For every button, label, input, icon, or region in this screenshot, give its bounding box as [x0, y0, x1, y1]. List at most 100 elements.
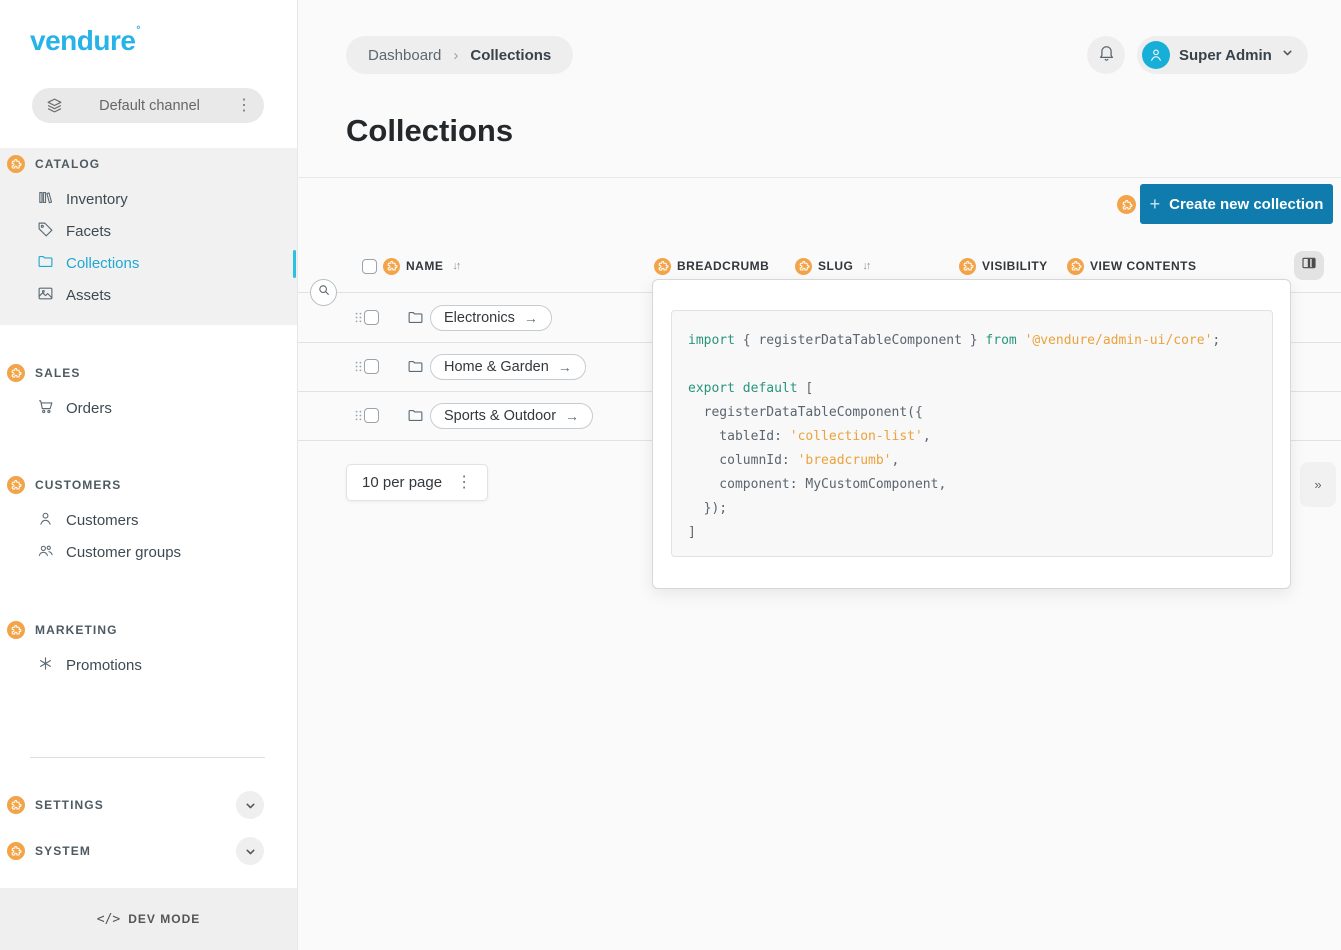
plugin-badge-icon[interactable] [7, 842, 25, 860]
collection-name: Sports & Outdoor [444, 408, 556, 424]
breadcrumb-dashboard[interactable]: Dashboard [368, 47, 441, 64]
system-expand-button[interactable] [236, 837, 264, 865]
sidebar-item-label: Customer groups [66, 544, 181, 561]
breadcrumb-current[interactable]: Collections [470, 47, 551, 64]
column-settings-button[interactable] [1294, 251, 1324, 280]
sidebar-section-system[interactable]: SYSTEM [0, 837, 297, 865]
chevron-down-icon [1281, 46, 1294, 64]
plugin-badge-icon[interactable] [7, 155, 25, 173]
folder-icon [407, 358, 424, 375]
sidebar-item-promotions[interactable]: Promotions [0, 649, 297, 681]
plugin-badge-icon[interactable] [383, 258, 400, 275]
user-menu[interactable]: Super Admin [1137, 36, 1308, 74]
sort-icon[interactable]: ↓↑ [452, 260, 459, 272]
collection-link[interactable]: Electronics → [430, 305, 552, 331]
folder-icon [407, 309, 424, 326]
sidebar-section-catalog: CATALOG Inventory Facets Collections Ass… [0, 151, 297, 311]
vendure-logo[interactable]: vendure˚ [30, 24, 140, 57]
plugin-badge-icon[interactable] [7, 621, 25, 639]
header-divider [298, 177, 1341, 178]
plugin-badge-icon[interactable] [1067, 258, 1084, 275]
plugin-badge-icon[interactable] [7, 796, 25, 814]
section-header-customers: CUSTOMERS [0, 472, 297, 498]
logo-trademark: ˚ [136, 24, 140, 39]
column-header-slug[interactable]: SLUG ↓↑ [795, 252, 869, 280]
sidebar-item-customers[interactable]: Customers [0, 504, 297, 536]
column-header-view-contents[interactable]: VIEW CONTENTS [1067, 252, 1197, 280]
arrow-right-icon: → [565, 408, 579, 424]
section-label: SETTINGS [35, 798, 104, 812]
sidebar: vendure˚ Default channel ⋮ CATALOG Inven… [0, 0, 298, 950]
per-page-label: 10 per page [362, 474, 442, 491]
tag-icon [37, 221, 54, 242]
plus-icon: + [1150, 194, 1161, 215]
arrow-right-icon: → [524, 310, 538, 326]
sidebar-item-customer-groups[interactable]: Customer groups [0, 536, 297, 568]
avatar [1142, 41, 1170, 69]
breadcrumb: Dashboard › Collections [346, 36, 573, 74]
section-header-catalog: CATALOG [0, 151, 297, 177]
plugin-badge-icon[interactable] [7, 476, 25, 494]
dev-mode-code-popover: import { registerDataTableComponent } fr… [652, 279, 1291, 589]
row-checkbox[interactable] [364, 408, 379, 423]
cart-icon [37, 398, 54, 419]
row-checkbox[interactable] [364, 359, 379, 374]
layers-icon [46, 97, 63, 114]
code-block: import { registerDataTableComponent } fr… [671, 310, 1273, 557]
dev-mode-label: DEV MODE [128, 912, 200, 926]
per-page-menu-icon[interactable]: ⋮ [456, 475, 472, 491]
sidebar-item-label: Assets [66, 287, 111, 304]
last-page-button[interactable]: » [1300, 462, 1336, 507]
sidebar-item-label: Inventory [66, 191, 128, 208]
plugin-badge-icon[interactable] [959, 258, 976, 275]
table-search-button[interactable] [310, 279, 337, 306]
column-header-name[interactable]: NAME ↓↑ [362, 252, 459, 280]
table-columns-icon [1301, 255, 1317, 276]
select-all-checkbox[interactable] [362, 259, 377, 274]
create-new-collection-button[interactable]: + Create new collection [1140, 184, 1333, 224]
sidebar-item-label: Facets [66, 223, 111, 240]
row-checkbox[interactable] [364, 310, 379, 325]
column-label: SLUG [818, 259, 853, 273]
items-per-page-select[interactable]: 10 per page ⋮ [346, 464, 488, 501]
drag-handle-icon[interactable] [354, 359, 364, 374]
drag-handle-icon[interactable] [354, 310, 364, 325]
column-header-breadcrumb[interactable]: BREADCRUMB [654, 252, 769, 280]
dev-mode-toggle[interactable]: </> DEV MODE [0, 888, 297, 950]
settings-expand-button[interactable] [236, 791, 264, 819]
code-icon: </> [97, 912, 120, 927]
sidebar-item-assets[interactable]: Assets [0, 279, 297, 311]
channel-switcher[interactable]: Default channel ⋮ [32, 88, 264, 123]
plugin-badge-icon[interactable] [7, 364, 25, 382]
sidebar-item-orders[interactable]: Orders [0, 392, 297, 424]
sidebar-item-inventory[interactable]: Inventory [0, 183, 297, 215]
sidebar-item-facets[interactable]: Facets [0, 215, 297, 247]
column-label: NAME [406, 259, 443, 273]
sidebar-item-label: Orders [66, 400, 112, 417]
sidebar-item-collections[interactable]: Collections [0, 247, 297, 279]
collection-link[interactable]: Sports & Outdoor → [430, 403, 593, 429]
plugin-badge-icon[interactable] [654, 258, 671, 275]
plugin-badge-icon[interactable] [1117, 195, 1136, 214]
channel-menu-icon[interactable]: ⋮ [236, 98, 252, 114]
user-icon [37, 510, 54, 531]
plugin-badge-icon[interactable] [795, 258, 812, 275]
chevron-right-icon: › [453, 47, 458, 64]
notifications-button[interactable] [1087, 36, 1125, 74]
collection-link[interactable]: Home & Garden → [430, 354, 586, 380]
channel-label: Default channel [63, 98, 236, 114]
sidebar-section-sales: SALES Orders [0, 360, 297, 424]
arrow-right-icon: → [558, 359, 572, 375]
sidebar-item-label: Customers [66, 512, 139, 529]
section-label: CUSTOMERS [35, 478, 121, 492]
section-label: MARKETING [35, 623, 118, 637]
search-icon [317, 283, 331, 302]
sort-icon[interactable]: ↓↑ [862, 260, 869, 272]
column-header-visibility[interactable]: VISIBILITY [959, 252, 1048, 280]
section-header-sales: SALES [0, 360, 297, 386]
sidebar-section-customers: CUSTOMERS Customers Customer groups [0, 472, 297, 568]
drag-handle-icon[interactable] [354, 408, 364, 423]
sidebar-item-label: Collections [66, 255, 139, 272]
collection-name: Home & Garden [444, 359, 549, 375]
sidebar-section-settings[interactable]: SETTINGS [0, 791, 297, 819]
